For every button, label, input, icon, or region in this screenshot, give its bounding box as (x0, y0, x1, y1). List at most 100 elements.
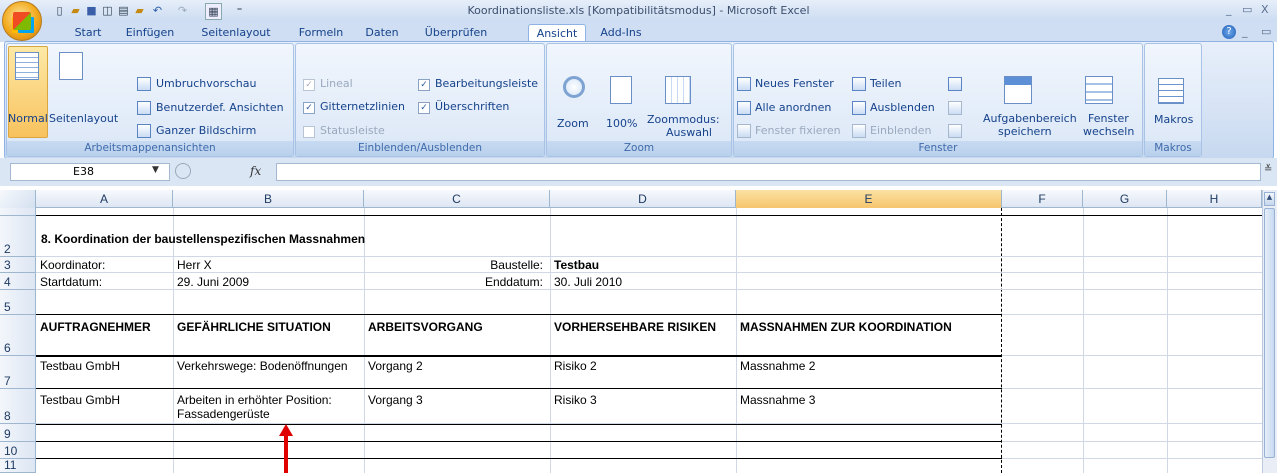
cell-c7[interactable]: Vorgang 2 (365, 359, 423, 373)
cell-c4[interactable]: Enddatum: (364, 275, 547, 289)
zoom-button[interactable]: Zoom (557, 117, 589, 130)
row-header-6[interactable]: 6 (0, 315, 36, 356)
cell-b4[interactable]: 29. Juni 2009 (174, 275, 249, 289)
zoommodus-auswahl-label[interactable]: Auswahl (666, 126, 712, 139)
column-header-e[interactable]: E (736, 190, 1002, 208)
ueberschriften-checkbox[interactable]: ✓ (418, 102, 430, 114)
help-icon[interactable]: ? (1222, 25, 1236, 39)
column-header-g[interactable]: G (1083, 190, 1167, 208)
side-by-side-icon[interactable] (948, 77, 962, 91)
scroll-up-icon[interactable]: ▲ (1264, 192, 1275, 206)
tab-ansicht[interactable]: Ansicht (528, 24, 586, 42)
teilen-button[interactable]: Teilen (870, 77, 901, 90)
neues-fenster-button[interactable]: Neues Fenster (755, 77, 834, 90)
cell-c8[interactable]: Vorgang 3 (365, 393, 423, 407)
gridline (736, 208, 737, 473)
cell-b8[interactable]: Arbeiten in erhöhter Position: Fassadeng… (174, 393, 364, 421)
cell-a3[interactable]: Koordinator: (37, 258, 105, 272)
office-button[interactable] (2, 1, 42, 41)
row-header-11[interactable]: 11 (0, 458, 36, 473)
row-header-1[interactable] (0, 208, 36, 216)
column-header-d[interactable]: D (550, 190, 736, 208)
expand-formula-bar-icon[interactable]: ≚ (1264, 164, 1272, 175)
row-header-8[interactable]: 8 (0, 389, 36, 424)
arbeitsbereich-label[interactable]: Aufgabenbereich (983, 112, 1077, 125)
minimize-button[interactable]: _ (1226, 3, 1232, 16)
doc-minimize-button[interactable]: _ (1242, 25, 1248, 38)
row-header-10[interactable]: 10 (0, 442, 36, 459)
cell-d4[interactable]: 30. Juli 2010 (551, 275, 622, 289)
name-box-value: E38 (73, 165, 94, 178)
benutzerdef-ansichten-button[interactable]: Benutzerdef. Ansichten (156, 101, 284, 114)
fenster-wechseln-label[interactable]: Fenster (1088, 112, 1129, 125)
lineal-checkbox[interactable]: ✓ (303, 79, 315, 91)
cell-a7[interactable]: Testbau GmbH (37, 359, 120, 373)
zoom-magnifier-icon (563, 76, 585, 98)
reset-window-icon[interactable] (948, 124, 962, 138)
cell-b3[interactable]: Herr X (174, 258, 212, 272)
maximize-button[interactable]: ▭ (1242, 3, 1252, 16)
cell-d6[interactable]: VORHERSEHBARE RISIKEN (551, 320, 731, 334)
cell-a2[interactable]: 8. Koordination der baustellenspezifisch… (38, 232, 365, 246)
name-box[interactable]: E38 (10, 163, 170, 181)
row-header-7[interactable]: 7 (0, 356, 36, 389)
ausblenden-button[interactable]: Ausblenden (870, 101, 935, 114)
einblenden-button[interactable]: Einblenden (870, 124, 931, 137)
bearbeitungsleiste-label: Bearbeitungsleiste (435, 77, 539, 90)
cell-a6[interactable]: AUFTRAGNEHMER (37, 320, 151, 334)
row-header-3[interactable]: 3 (0, 257, 36, 273)
alle-anordnen-button[interactable]: Alle anordnen (755, 101, 831, 114)
bearbeitungsleiste-checkbox[interactable]: ✓ (418, 79, 430, 91)
row-header-2[interactable]: 2 (0, 216, 36, 257)
cell-e7[interactable]: Massnahme 2 (737, 359, 815, 373)
group-arbeitsmappenansichten: Arbeitsmappenansichten (6, 43, 294, 157)
cell-c3[interactable]: Baustelle: (364, 258, 547, 272)
close-button[interactable]: X (1261, 3, 1269, 16)
name-box-dropdown-icon[interactable]: ▼ (152, 165, 159, 175)
column-header-h[interactable]: H (1167, 190, 1262, 208)
zoommodus-label[interactable]: Zoommodus: (647, 113, 720, 126)
cell-c6[interactable]: ARBEITSVORGANG (365, 320, 483, 334)
column-header-c[interactable]: C (364, 190, 550, 208)
tab-formeln[interactable]: Formeln (296, 24, 346, 41)
column-header-a[interactable]: A (36, 190, 173, 208)
umbruchvorschau-button[interactable]: Umbruchvorschau (156, 77, 257, 90)
tab-start[interactable]: Start (68, 24, 108, 41)
row-header-9[interactable]: 9 (0, 424, 36, 442)
tab-daten[interactable]: Daten (360, 24, 404, 41)
custom-views-icon (137, 101, 151, 115)
seitenlayout-button[interactable]: Seitenlayout (49, 112, 118, 125)
tab-einfuegen[interactable]: Einfügen (122, 24, 178, 41)
makros-button[interactable]: Makros (1154, 113, 1193, 126)
fenster-fixieren-button[interactable]: Fenster fixieren (755, 124, 841, 137)
cell-d8[interactable]: Risiko 3 (551, 393, 597, 407)
ganzer-bildschirm-button[interactable]: Ganzer Bildschirm (156, 124, 256, 137)
statusleiste-checkbox[interactable] (303, 126, 315, 138)
doc-restore-button[interactable]: ▭ (1261, 25, 1271, 38)
formula-input[interactable] (276, 163, 1261, 181)
cell-d3[interactable]: Testbau (551, 258, 599, 272)
row-header-4[interactable]: 4 (0, 273, 36, 290)
cell-a8[interactable]: Testbau GmbH (37, 393, 120, 407)
column-header-b[interactable]: B (173, 190, 364, 208)
cell-b7[interactable]: Verkehrswege: Bodenöffnungen (174, 359, 362, 373)
cell-a4[interactable]: Startdatum: (37, 275, 102, 289)
select-all-button[interactable] (0, 190, 36, 208)
cell-b6[interactable]: GEFÄHRLICHE SITUATION (174, 320, 331, 334)
fx-icon[interactable]: fx (250, 164, 261, 178)
cell-d7[interactable]: Risiko 2 (551, 359, 597, 373)
tab-seitenlayout[interactable]: Seitenlayout (196, 24, 276, 41)
tab-add-ins[interactable]: Add-Ins (598, 24, 644, 41)
tab-ueberpruefen[interactable]: Überprüfen (420, 24, 492, 41)
arbeitsbereich-speichern-label[interactable]: speichern (998, 125, 1052, 138)
scroll-thumb[interactable] (1264, 208, 1275, 458)
column-header-f[interactable]: F (1002, 190, 1083, 208)
gitternetzlinien-checkbox[interactable]: ✓ (303, 102, 315, 114)
cell-e6[interactable]: MASSNAHMEN ZUR KOORDINATION (737, 320, 952, 334)
wechseln-label[interactable]: wechseln (1083, 125, 1134, 138)
table-border (36, 314, 1002, 315)
zoom-100-button[interactable]: 100% (606, 117, 637, 130)
sync-scroll-icon[interactable] (948, 101, 962, 115)
row-header-5[interactable]: 5 (0, 290, 36, 315)
cell-e8[interactable]: Massnahme 3 (737, 393, 815, 407)
